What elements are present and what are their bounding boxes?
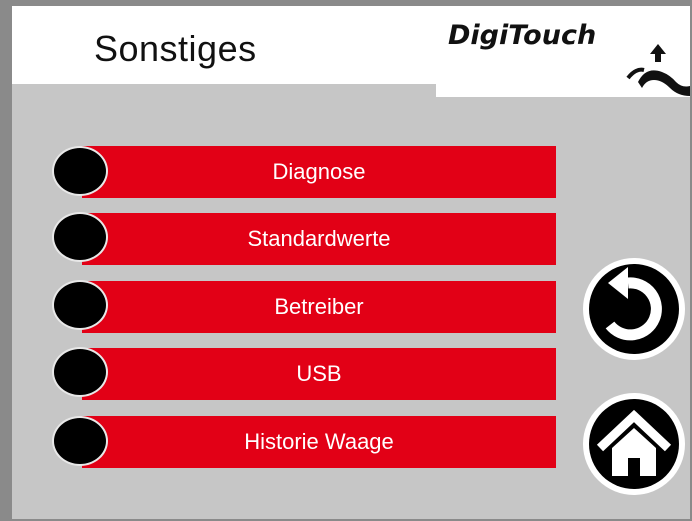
title-panel: Sonstiges	[12, 6, 436, 84]
menu-bullet-standardwerte[interactable]	[52, 212, 108, 262]
back-button-face	[589, 264, 679, 354]
logo: DigiTouch	[436, 6, 690, 97]
menu-bullet-historie-waage[interactable]	[52, 416, 108, 466]
menu-bullet-usb[interactable]	[52, 347, 108, 397]
menu-item-historie-waage[interactable]: Historie Waage	[82, 416, 556, 468]
logo-text: DigiTouch	[448, 20, 597, 51]
menu-bullet-diagnose[interactable]	[52, 146, 108, 196]
touch-hand-icon	[626, 44, 690, 96]
menu-bullet-betreiber[interactable]	[52, 280, 108, 330]
menu-item-label: Historie Waage	[244, 429, 394, 454]
menu-item-standardwerte[interactable]: Standardwerte	[82, 213, 556, 265]
menu-item-label: Betreiber	[274, 294, 364, 319]
menu-item-label: USB	[296, 361, 342, 386]
menu-item-usb[interactable]: USB	[82, 348, 556, 400]
menu-item-betreiber[interactable]: Betreiber	[82, 281, 556, 333]
menu-item-diagnose[interactable]: Diagnose	[82, 146, 556, 198]
menu-item-label: Standardwerte	[247, 226, 391, 251]
frame-border-left	[0, 0, 12, 521]
screen: Sonstiges DigiTouch Diagnose Standardwer…	[0, 0, 692, 521]
menu-item-label: Diagnose	[272, 159, 366, 184]
home-button[interactable]	[578, 390, 690, 498]
back-button[interactable]	[578, 255, 690, 363]
page-title: Sonstiges	[94, 28, 257, 69]
